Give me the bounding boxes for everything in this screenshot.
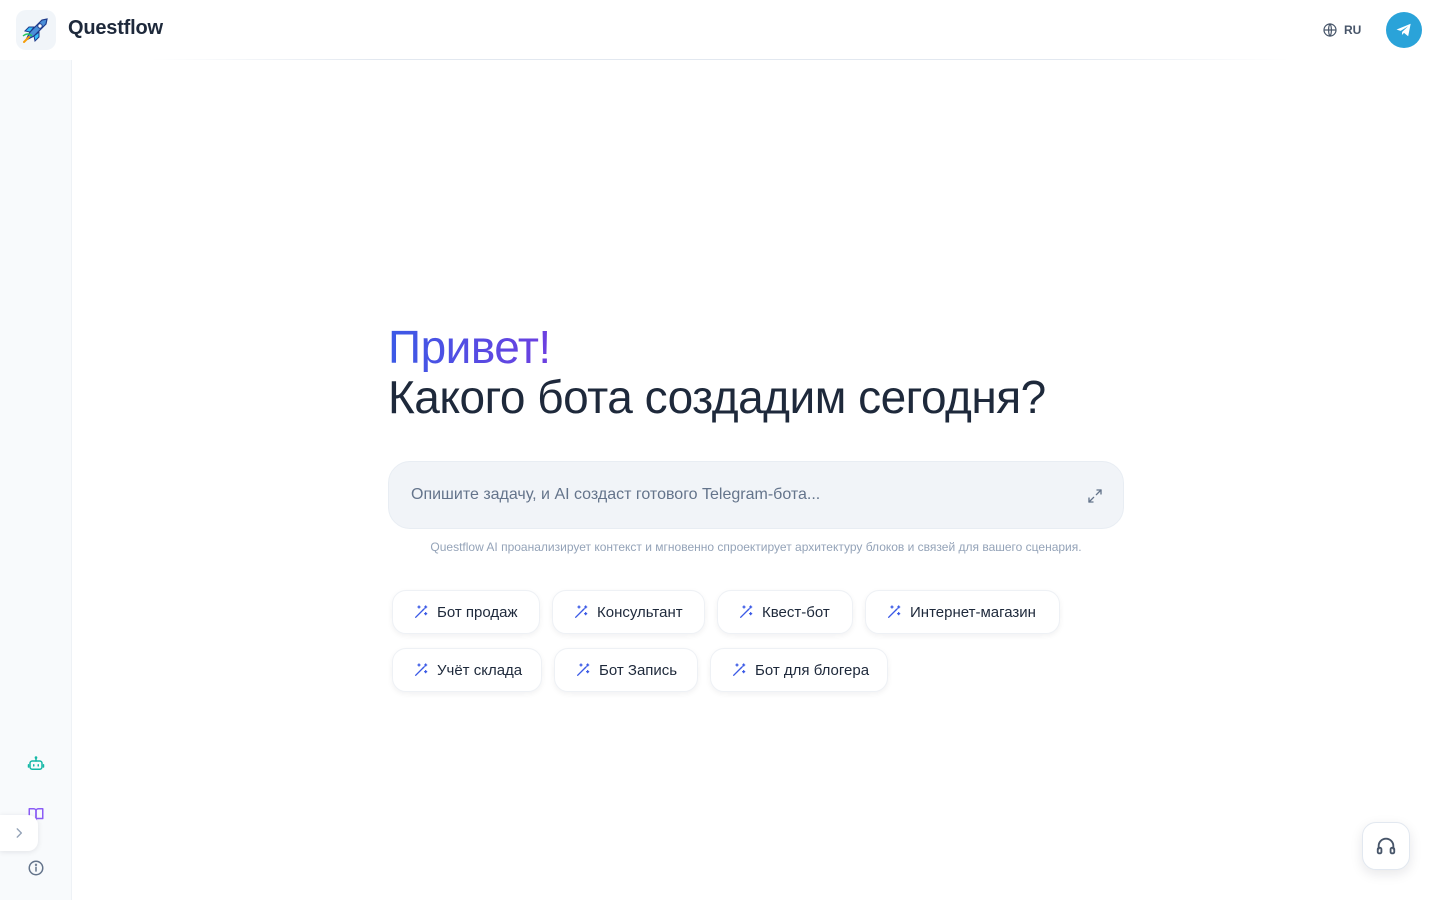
sidebar bbox=[0, 60, 72, 900]
question-heading: Какого бота создадим сегодня? bbox=[388, 371, 1046, 423]
magic-wand-icon bbox=[575, 662, 591, 678]
bot-icon bbox=[27, 756, 45, 770]
telegram-icon bbox=[1396, 23, 1411, 37]
magic-wand-icon bbox=[886, 604, 902, 620]
template-chip-warehouse[interactable]: Учёт склада bbox=[392, 648, 542, 692]
magic-wand-icon bbox=[413, 604, 429, 620]
chip-label: Бот продаж bbox=[437, 603, 518, 621]
expand-icon bbox=[1088, 489, 1102, 503]
template-chip-booking[interactable]: Бот Запись bbox=[554, 648, 698, 692]
prompt-box bbox=[388, 461, 1124, 529]
info-icon bbox=[28, 860, 44, 876]
magic-wand-icon bbox=[413, 662, 429, 678]
telegram-button[interactable] bbox=[1386, 12, 1422, 48]
template-chip-blogger[interactable]: Бот для блогера bbox=[710, 648, 888, 692]
magic-wand-icon bbox=[573, 604, 589, 620]
prompt-hint: Questflow AI проанализирует контекст и м… bbox=[430, 540, 1082, 554]
magic-wand-icon bbox=[731, 662, 747, 678]
chip-label: Квест-бот bbox=[762, 603, 830, 621]
language-label: RU bbox=[1344, 23, 1362, 37]
chip-label: Бот Запись bbox=[599, 661, 678, 679]
template-chip-shop[interactable]: Интернет-магазин bbox=[865, 590, 1060, 634]
sidebar-item-bots[interactable] bbox=[26, 754, 46, 774]
template-chip-consultant[interactable]: Консультант bbox=[552, 590, 705, 634]
language-switcher[interactable]: RU bbox=[1322, 20, 1361, 40]
rocket-logo-icon bbox=[22, 18, 48, 43]
template-chip-sales[interactable]: Бот продаж bbox=[392, 590, 540, 634]
globe-icon bbox=[1323, 23, 1337, 37]
prompt-input[interactable] bbox=[411, 482, 1071, 508]
app-title: Questflow bbox=[68, 17, 163, 39]
headphones-icon bbox=[1376, 837, 1396, 855]
greeting-heading: Привет! bbox=[388, 321, 551, 373]
hero: Привет! Какого бота создадим сегодня? bbox=[388, 322, 1148, 422]
chip-label: Бот для блогера bbox=[755, 661, 870, 679]
support-button[interactable] bbox=[1362, 822, 1410, 870]
chip-label: Консультант bbox=[597, 603, 683, 621]
template-chip-quest[interactable]: Квест-бот bbox=[717, 590, 853, 634]
logo[interactable] bbox=[16, 10, 56, 50]
sidebar-item-info[interactable] bbox=[26, 858, 46, 878]
chevron-right-icon bbox=[16, 828, 23, 838]
sidebar-expand-button[interactable] bbox=[0, 815, 38, 851]
expand-button[interactable] bbox=[1085, 486, 1105, 506]
header-divider bbox=[150, 59, 1290, 60]
top-header: Questflow RU bbox=[0, 0, 1440, 60]
chip-label: Учёт склада bbox=[437, 661, 523, 679]
chip-label: Интернет-магазин bbox=[910, 603, 1036, 621]
magic-wand-icon bbox=[738, 604, 754, 620]
